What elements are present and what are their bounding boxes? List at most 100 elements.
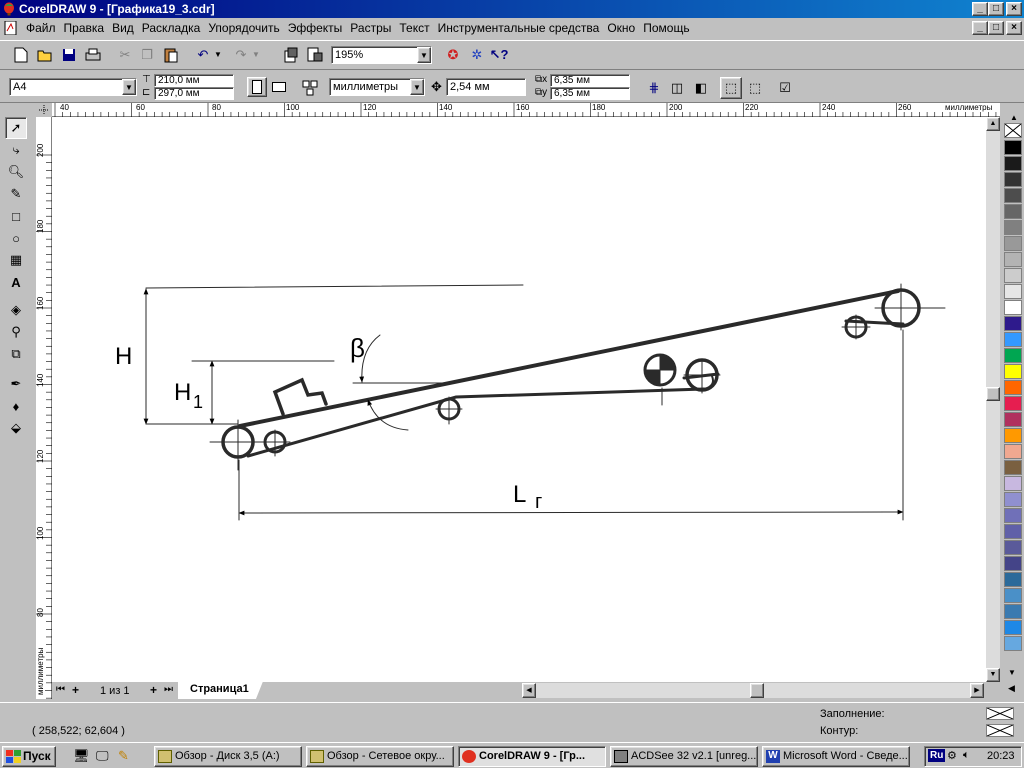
color-swatch[interactable] — [1004, 252, 1022, 267]
ruler-origin-icon[interactable] — [36, 103, 52, 117]
scroll-left-icon[interactable]: ◀ — [522, 683, 536, 698]
rectangle-tool-icon[interactable]: □ — [5, 205, 27, 227]
chevron-down-icon[interactable]: ▼ — [417, 47, 431, 63]
treat-as-filled-icon[interactable]: ⬚ — [720, 77, 742, 99]
menu-effects[interactable]: Эффекты — [284, 21, 347, 35]
color-swatch[interactable] — [1004, 204, 1022, 219]
horizontal-scrollbar[interactable]: ◀ ▶ — [522, 683, 984, 698]
menu-arrange[interactable]: Упорядочить — [204, 21, 283, 35]
color-swatch[interactable] — [1004, 556, 1022, 571]
duplicate-x-field[interactable]: 6,35 мм — [550, 74, 630, 87]
scroll-right-icon[interactable]: ▶ — [970, 683, 984, 698]
copy-icon[interactable]: ❐ — [136, 44, 158, 66]
palette-expand-icon[interactable]: ◀ — [1008, 683, 1015, 694]
vertical-scrollbar[interactable]: ▲ ▼ — [986, 117, 1000, 682]
quick-launch-browser-icon[interactable]: 🖵 — [96, 748, 109, 764]
redo-dropdown-icon[interactable]: ▼ — [252, 50, 260, 59]
fill-none-icon[interactable] — [986, 707, 1014, 720]
color-swatch[interactable] — [1004, 236, 1022, 251]
color-swatch[interactable] — [1004, 284, 1022, 299]
task-explorer-network[interactable]: Обзор - Сетевое окру... — [306, 746, 454, 767]
color-swatch[interactable] — [1004, 604, 1022, 619]
color-swatch[interactable] — [1004, 316, 1022, 331]
color-swatch[interactable] — [1004, 156, 1022, 171]
add-page-after-icon[interactable]: + — [150, 683, 157, 697]
color-swatch[interactable] — [1004, 348, 1022, 363]
start-button[interactable]: Пуск — [2, 746, 56, 767]
undo-icon[interactable]: ↶ — [192, 44, 214, 66]
color-swatch[interactable] — [1004, 508, 1022, 523]
chevron-down-icon[interactable]: ▼ — [122, 79, 136, 95]
color-swatch[interactable] — [1004, 428, 1022, 443]
maximize-button[interactable]: □ — [988, 2, 1004, 16]
doc-close-button[interactable]: × — [1006, 21, 1022, 35]
save-icon[interactable] — [58, 44, 80, 66]
quick-launch-channels-icon[interactable]: ✎ — [118, 748, 129, 764]
eyedropper-tool-icon[interactable]: ⚲ — [5, 321, 27, 343]
ellipse-tool-icon[interactable]: ○ — [5, 227, 27, 249]
color-swatch[interactable] — [1004, 636, 1022, 651]
task-acdsee[interactable]: ACDSee 32 v2.1 [unreg... — [610, 746, 758, 767]
menu-tools[interactable]: Инструментальные средства — [434, 21, 604, 35]
color-swatch[interactable] — [1004, 188, 1022, 203]
new-file-icon[interactable] — [10, 44, 32, 66]
show-desktop-icon[interactable]: 🖥︎ — [73, 748, 90, 764]
color-swatch[interactable] — [1004, 572, 1022, 587]
menu-layout[interactable]: Раскладка — [138, 21, 205, 35]
document-icon[interactable] — [4, 21, 18, 35]
interactive-fill-bucket-icon[interactable]: ⬙ — [5, 417, 27, 439]
menu-help[interactable]: Помощь — [639, 21, 693, 35]
color-swatch[interactable] — [1004, 332, 1022, 347]
color-swatch[interactable] — [1004, 364, 1022, 379]
text-tool-icon[interactable]: A — [5, 271, 27, 293]
menu-edit[interactable]: Правка — [60, 21, 109, 35]
shape-tool-icon[interactable]: ⤷ — [5, 139, 27, 161]
options-checklist-icon[interactable]: ☑ — [774, 77, 796, 99]
menu-bitmaps[interactable]: Растры — [346, 21, 395, 35]
task-word[interactable]: W Microsoft Word - Сведе... — [762, 746, 910, 767]
color-swatch[interactable] — [1004, 220, 1022, 235]
menu-file[interactable]: Файл — [22, 21, 60, 35]
minimize-button[interactable]: _ — [972, 2, 988, 16]
menu-view[interactable]: Вид — [108, 21, 138, 35]
color-swatch[interactable] — [1004, 492, 1022, 507]
portrait-button[interactable] — [247, 77, 267, 97]
palette-scroll-down-icon[interactable]: ▼ — [1008, 668, 1016, 677]
first-page-icon[interactable]: ⏮ — [56, 684, 65, 695]
add-page-before-icon[interactable]: + — [72, 683, 79, 697]
draw-objects-icon[interactable]: ⬚ — [744, 77, 766, 99]
color-swatch[interactable] — [1004, 620, 1022, 635]
vertical-ruler[interactable]: 200 180 160 140 120 100 80 миллиметры — [36, 117, 52, 699]
page-height-field[interactable]: 297,0 мм — [154, 87, 234, 100]
snap-to-objects-icon[interactable]: ◧ — [690, 77, 712, 99]
color-swatch[interactable] — [1004, 380, 1022, 395]
freehand-tool-icon[interactable]: ✎ — [5, 183, 27, 205]
pick-tool-icon[interactable]: ➚ — [5, 117, 27, 139]
palette-scroll-up-icon[interactable]: ▲ — [1010, 113, 1018, 122]
color-swatch[interactable] — [1004, 524, 1022, 539]
cut-icon[interactable]: ✂ — [114, 44, 136, 66]
close-button[interactable]: × — [1006, 2, 1022, 16]
outline-none-icon[interactable] — [986, 724, 1014, 737]
drawing-canvas[interactable]: H H 1 β L г — [52, 117, 986, 682]
tray-volume-icon[interactable]: 🔈︎ — [963, 749, 970, 762]
color-swatch[interactable] — [1004, 412, 1022, 427]
nudge-distance-field[interactable]: 2,54 мм — [446, 78, 526, 96]
graph-paper-tool-icon[interactable]: ▦ — [5, 249, 27, 271]
last-page-icon[interactable]: ⏭ — [164, 684, 173, 695]
menu-text[interactable]: Текст — [395, 21, 433, 35]
language-indicator[interactable]: Ru — [928, 749, 946, 762]
color-swatch[interactable] — [1004, 476, 1022, 491]
scroll-up-icon[interactable]: ▲ — [986, 117, 1000, 131]
chevron-down-icon[interactable]: ▼ — [410, 79, 424, 95]
snap-to-grid-icon[interactable]: ⋕ — [643, 77, 665, 99]
zoom-level-select[interactable]: 195% ▼ — [331, 46, 432, 64]
color-swatch[interactable] — [1004, 444, 1022, 459]
page-width-field[interactable]: 210,0 мм — [154, 74, 234, 87]
doc-restore-button[interactable]: □ — [988, 21, 1004, 35]
color-swatch[interactable] — [1004, 300, 1022, 315]
whats-this-help-icon[interactable]: ↖? — [488, 44, 510, 66]
scroll-down-icon[interactable]: ▼ — [986, 668, 1000, 682]
set-default-page-icon[interactable] — [299, 77, 321, 99]
export-icon[interactable] — [304, 44, 326, 66]
